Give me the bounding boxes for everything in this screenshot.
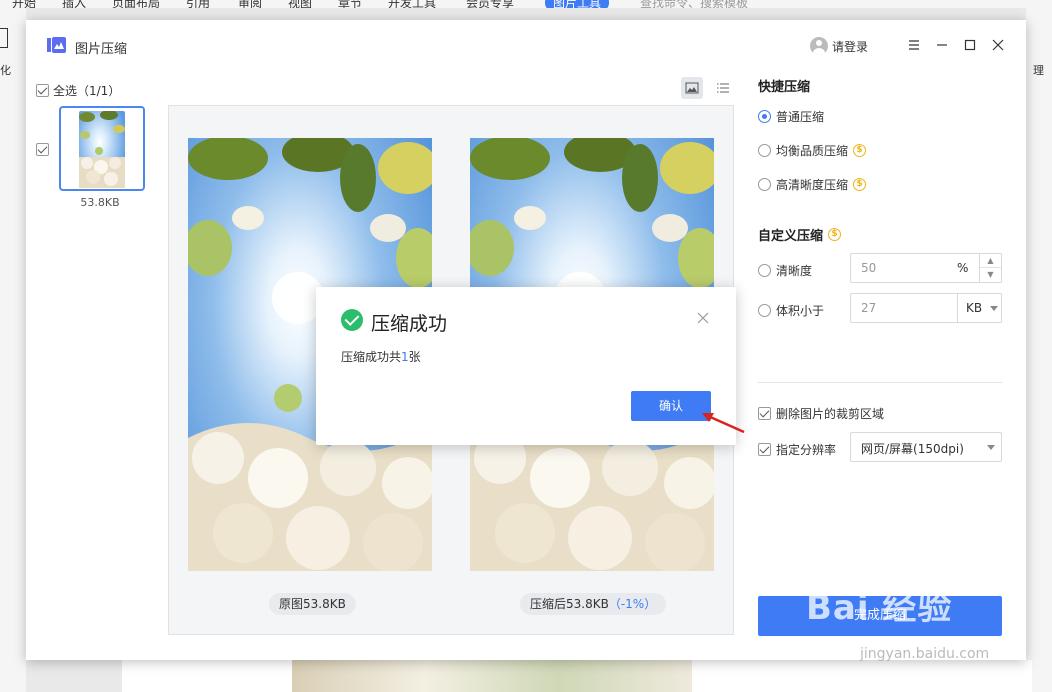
dialog-msg-count: 1 [401, 350, 409, 364]
radio-size-label: 体积小于 [776, 304, 825, 318]
host-checkbox-fragment [0, 28, 8, 48]
vip-icon: $ [853, 178, 867, 191]
ribbon-tab-dev[interactable]: 开发工具 [388, 0, 436, 8]
compressed-percent: （-1%） [608, 597, 657, 611]
stepper-down-icon[interactable]: ▼ [980, 268, 1001, 282]
radio-normal-dot[interactable] [758, 110, 771, 123]
success-dialog: 压缩成功 压缩成功共1张 确认 [316, 287, 736, 445]
avatar-icon [810, 37, 828, 55]
crop-label: 删除图片的裁剪区域 [776, 407, 885, 421]
login-button[interactable]: 请登录 [810, 37, 868, 55]
compressed-caption: 压缩后53.8KB（-1%） [520, 593, 667, 615]
clarity-unit: % [957, 261, 969, 275]
success-check-icon [341, 309, 363, 331]
thumbnail-checkbox[interactable] [36, 143, 49, 156]
annotation-arrow-icon [702, 413, 745, 434]
confirm-button[interactable]: 确认 [631, 391, 711, 421]
ribbon-tab-reference[interactable]: 引用 [186, 0, 210, 8]
login-label: 请登录 [832, 39, 869, 54]
dialog-message: 压缩成功共1张 [341, 348, 421, 365]
select-all[interactable]: 全选（1/1） [36, 82, 120, 99]
chevron-down-icon [990, 306, 998, 311]
app-logo-icon [47, 37, 66, 53]
dpi-option[interactable]: 指定分辨率 [758, 441, 836, 458]
clarity-input[interactable]: 50 % ▲ ▼ [850, 253, 1002, 283]
minimize-icon[interactable] [934, 37, 950, 53]
radio-clarity-dot[interactable] [758, 264, 771, 277]
custom-compress-label: 自定义压缩 [758, 229, 824, 244]
radio-hd[interactable]: 高清晰度压缩 $ [758, 176, 867, 193]
dialog-title: 压缩成功 [371, 313, 448, 335]
host-left-text: 化 [0, 64, 11, 77]
radio-size-dot[interactable] [758, 304, 771, 317]
clarity-value: 50 [861, 261, 877, 275]
ribbon-tab-insert[interactable]: 插入 [62, 0, 86, 8]
ribbon-tab-vip[interactable]: 会员专享 [466, 0, 514, 8]
image-icon [685, 82, 699, 94]
thumbnail-size: 53.8KB [80, 196, 120, 209]
dialog-msg-prefix: 压缩成功共 [341, 350, 402, 364]
menu-icon[interactable] [906, 37, 922, 53]
list-view-toggle[interactable] [712, 77, 734, 99]
vip-icon: $ [853, 144, 867, 157]
radio-hd-label: 高清晰度压缩 [776, 178, 849, 192]
ribbon-tab-picture-tools[interactable]: 图片工具 [545, 0, 610, 8]
size-value: 27 [861, 301, 877, 315]
custom-compress-title: 自定义压缩 $ [758, 225, 842, 244]
radio-balanced-label: 均衡品质压缩 [776, 144, 849, 158]
radio-normal-label: 普通压缩 [776, 110, 825, 124]
select-all-checkbox[interactable] [36, 84, 49, 97]
radio-balanced-dot[interactable] [758, 144, 771, 157]
radio-balanced[interactable]: 均衡品质压缩 $ [758, 142, 867, 159]
vip-icon: $ [828, 228, 842, 241]
image-thumbnail[interactable] [59, 106, 145, 191]
ribbon-tab-view[interactable]: 视图 [288, 0, 312, 8]
ribbon-tab-chapter[interactable]: 章节 [338, 0, 362, 8]
size-input[interactable]: 27 KB [850, 293, 1002, 323]
ribbon-tab-review[interactable]: 审阅 [238, 0, 262, 8]
settings-divider [758, 382, 1002, 383]
watermark-url: jingyan.baidu.com [860, 646, 990, 662]
dpi-value: 网页/屏幕(150dpi) [861, 442, 964, 456]
size-unit-select[interactable]: KB [957, 294, 1001, 322]
title-bar: 图片压缩 请登录 [26, 20, 1026, 72]
radio-size[interactable]: 体积小于 [758, 302, 824, 319]
crop-option[interactable]: 删除图片的裁剪区域 [758, 405, 884, 422]
dialog-close-icon[interactable] [696, 311, 710, 325]
select-all-label: 全选（1/1） [53, 84, 121, 98]
image-view-toggle[interactable] [681, 77, 703, 99]
dialog-msg-suffix: 张 [408, 350, 421, 364]
ribbon-tab-start[interactable]: 开始 [12, 0, 36, 8]
window-title: 图片压缩 [75, 42, 128, 57]
thumbnail-image [79, 111, 125, 188]
dpi-select[interactable]: 网页/屏幕(150dpi) [850, 432, 1002, 462]
document-image [292, 660, 692, 692]
radio-hd-dot[interactable] [758, 178, 771, 191]
list-icon [717, 83, 729, 93]
radio-clarity-label: 清晰度 [776, 264, 813, 278]
host-right-strip: 理 [1026, 8, 1052, 692]
original-caption: 原图53.8KB [269, 593, 356, 615]
quick-compress-title: 快捷压缩 [758, 80, 811, 95]
dpi-label: 指定分辨率 [776, 443, 837, 457]
radio-clarity[interactable]: 清晰度 [758, 262, 812, 279]
crop-checkbox[interactable] [758, 407, 771, 420]
host-left-strip: 化 [0, 8, 26, 692]
stepper-up-icon[interactable]: ▲ [980, 254, 1001, 268]
dpi-checkbox[interactable] [758, 443, 771, 456]
maximize-icon[interactable] [962, 37, 978, 53]
size-unit: KB [966, 301, 983, 315]
chevron-down-icon [987, 445, 995, 450]
compressed-size: 压缩后53.8KB [530, 597, 609, 611]
watermark-text: Bai 经验 [806, 588, 953, 628]
document-page [122, 660, 1032, 692]
ribbon-search[interactable]: 查找命令、搜索模板 [640, 0, 748, 8]
ribbon-tab-layout[interactable]: 页面布局 [112, 0, 160, 8]
radio-normal[interactable]: 普通压缩 [758, 108, 824, 125]
host-right-text: 理 [1033, 64, 1044, 77]
clarity-stepper[interactable]: ▲ ▼ [979, 254, 1001, 282]
close-icon[interactable] [990, 37, 1006, 53]
ribbon-bar: 开始 插入 页面布局 引用 审阅 视图 章节 开发工具 会员专享 图片工具 查找… [0, 0, 1052, 8]
